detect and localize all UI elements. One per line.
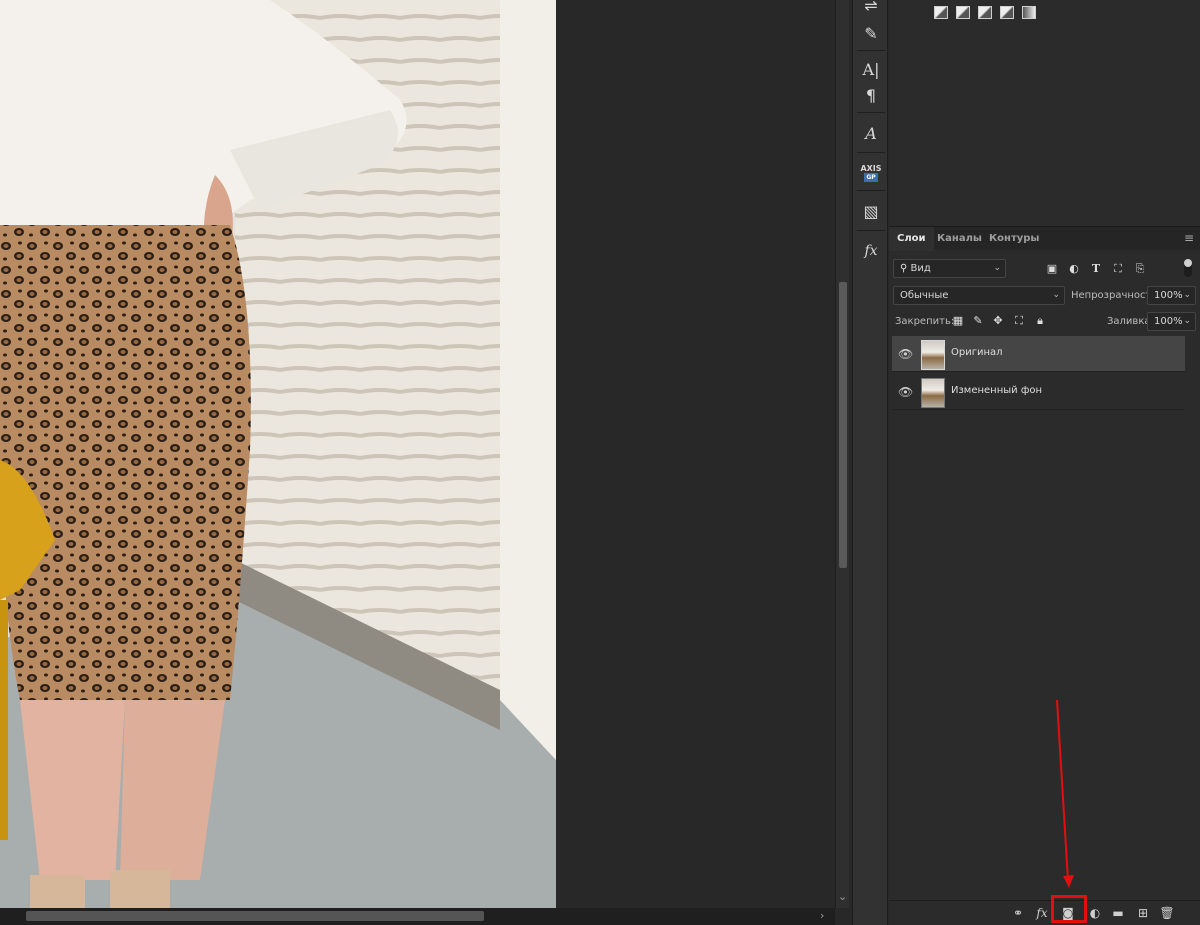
layers-panel-tabs: Слои Каналы Контуры ≡ [889, 226, 1200, 251]
divider [857, 230, 885, 231]
layer-name: Измененный фон [951, 385, 1043, 396]
lock-image-icon[interactable]: ✎ [971, 314, 985, 328]
smart-object-filter-icon[interactable]: ⎘ [1133, 262, 1147, 276]
layer-row[interactable]: 👁︎ Оригинал [892, 336, 1185, 372]
channel-mixer-icon[interactable] [1000, 6, 1014, 19]
opacity-field[interactable]: 100% ⌄ [1147, 286, 1196, 305]
lock-transparent-icon[interactable]: ▦ [951, 314, 965, 328]
curves-icon[interactable] [934, 6, 948, 19]
lock-all-icon[interactable]: 🔒︎ [1033, 314, 1047, 328]
panel-menu-icon[interactable]: ≡ [1184, 232, 1196, 244]
vertical-scroll-thumb[interactable] [839, 282, 847, 568]
layer-row[interactable]: 👁︎ Измененный фон [892, 374, 1185, 410]
scroll-down-icon[interactable]: ⌄ [838, 890, 847, 903]
brush-presets-icon[interactable]: ✎ [857, 20, 885, 46]
layer-thumbnail [921, 378, 945, 408]
lock-artboard-icon[interactable]: ⛶ [1012, 314, 1026, 328]
scroll-right-icon[interactable]: › [820, 909, 824, 922]
photo-illustration [0, 0, 556, 908]
document-image[interactable] [0, 0, 556, 908]
blend-mode-dropdown[interactable]: Обычные ⌄ [893, 286, 1065, 305]
exposure-icon[interactable] [956, 6, 970, 19]
axis-sub-label: GP [864, 173, 878, 182]
chevron-down-icon: ⌄ [1183, 316, 1191, 326]
tab-layers[interactable]: Слои [889, 227, 934, 251]
divider [857, 112, 885, 113]
chevron-down-icon: ⌄ [1183, 290, 1191, 300]
adjustment-icon[interactable]: ◐ [1087, 906, 1103, 920]
trash-icon[interactable]: 🗑︎ [1159, 906, 1175, 920]
folder-icon[interactable]: ▬ [1110, 906, 1126, 920]
canvas-area[interactable] [0, 0, 835, 908]
solid-gradient-icon[interactable] [1022, 6, 1036, 19]
search-icon: ⚲ [900, 263, 908, 274]
divider [857, 190, 885, 191]
glyphs-icon[interactable]: A [857, 120, 885, 146]
new-layer-icon[interactable]: ⊞ [1135, 906, 1151, 920]
layer-thumbnail [921, 340, 945, 370]
divider [857, 152, 885, 153]
lock-position-icon[interactable]: ✥ [991, 314, 1005, 328]
layers-bottom-bar: ⚭ fx ◙ ◐ ▬ ⊞ 🗑︎ [889, 895, 1200, 925]
link-icon[interactable]: ⚭ [1010, 906, 1026, 920]
chevron-down-icon: ⌄ [993, 263, 1001, 273]
filter-toggle[interactable] [1184, 259, 1192, 277]
layer-name: Оригинал [951, 347, 1003, 358]
adjustments-panel [889, 0, 1200, 222]
pixel-filter-icon[interactable]: ▣ [1045, 262, 1059, 276]
right-panel: Слои Каналы Контуры ≡ ⚲ Вид ⌄ ▣ ◐ T ⛶ ⎘ … [889, 0, 1200, 925]
axis-label: AXIS [860, 164, 882, 173]
divider [857, 50, 885, 51]
fill-field[interactable]: 100% ⌄ [1147, 312, 1196, 331]
eye-icon[interactable]: 👁︎ [898, 385, 913, 399]
layer-filter-dropdown[interactable]: ⚲ Вид ⌄ [893, 259, 1006, 278]
tab-paths[interactable]: Контуры [981, 227, 1047, 251]
character-icon[interactable]: A| [857, 56, 885, 82]
gradient-map-icon[interactable] [978, 6, 992, 19]
horizontal-scrollbar[interactable]: › [0, 908, 835, 925]
eye-icon[interactable]: 👁︎ [898, 347, 913, 361]
adjustment-filter-icon[interactable]: ◐ [1067, 262, 1081, 276]
filter-label: Вид [910, 263, 931, 274]
fx-icon[interactable]: fx [1034, 906, 1050, 920]
blend-mode-value: Обычные [900, 290, 949, 301]
brush-settings-icon[interactable]: ⇌ [857, 0, 885, 18]
type-filter-icon[interactable]: T [1089, 262, 1103, 276]
opacity-value: 100% [1154, 290, 1183, 301]
layers-list: 👁︎ Оригинал 👁︎ Измененный фон [889, 336, 1200, 896]
fx-icon[interactable]: fx [857, 238, 885, 264]
paragraph-icon[interactable]: ¶ [857, 82, 885, 108]
horizontal-scroll-thumb[interactable] [26, 911, 484, 921]
library-icon[interactable]: ▧ [857, 198, 885, 224]
fill-value: 100% [1154, 316, 1183, 327]
shape-filter-icon[interactable]: ⛶ [1111, 262, 1125, 276]
panel-icon-strip: ⇌ ✎ A| ¶ A AXIS GP ▧ fx [852, 0, 888, 925]
lock-label: Закрепить: [895, 316, 955, 327]
chevron-down-icon: ⌄ [1052, 290, 1060, 300]
mask-highlight-box [1051, 895, 1087, 923]
vertical-scrollbar[interactable]: ⌄ [835, 0, 849, 908]
axis-icon[interactable]: AXIS GP [857, 160, 885, 186]
filter-toggle-knob [1184, 259, 1192, 267]
